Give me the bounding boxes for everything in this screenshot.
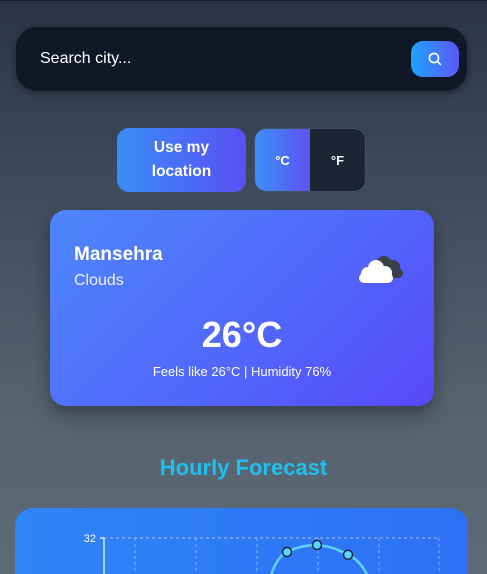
search-input[interactable] xyxy=(40,27,400,91)
search-bar xyxy=(15,26,468,92)
data-point xyxy=(311,539,323,551)
celsius-label: °C xyxy=(275,152,290,168)
current-temperature: 26°C xyxy=(201,314,283,355)
series-line xyxy=(270,543,369,574)
hourly-forecast-title: Hourly Forecast xyxy=(159,455,328,480)
search-icon xyxy=(428,52,442,66)
unit-toggle: °C °F xyxy=(254,128,366,192)
data-point xyxy=(281,546,293,558)
use-my-location-label: Use my location xyxy=(151,139,212,180)
current-weather-card: Mansehra Clouds 26°C Feels like 26°C | H… xyxy=(50,210,434,406)
weather-details: Feels like 26°C | Humidity 76% xyxy=(152,364,332,379)
hourly-chart-card: 32 xyxy=(15,508,468,574)
hourly-chart: 32 xyxy=(84,533,440,574)
cloud-icon xyxy=(359,256,403,283)
celsius-toggle-button[interactable]: °C xyxy=(255,129,310,191)
city-name: Mansehra xyxy=(74,244,163,265)
search-button[interactable] xyxy=(411,41,459,77)
use-my-location-button[interactable]: Use my location xyxy=(117,128,246,192)
fahrenheit-label: °F xyxy=(330,152,345,168)
y-tick-label: 32 xyxy=(84,533,96,545)
weather-condition: Clouds xyxy=(74,272,124,289)
window-top-border xyxy=(0,0,487,1)
data-point xyxy=(342,549,354,561)
fahrenheit-toggle-button[interactable]: °F xyxy=(310,129,365,191)
